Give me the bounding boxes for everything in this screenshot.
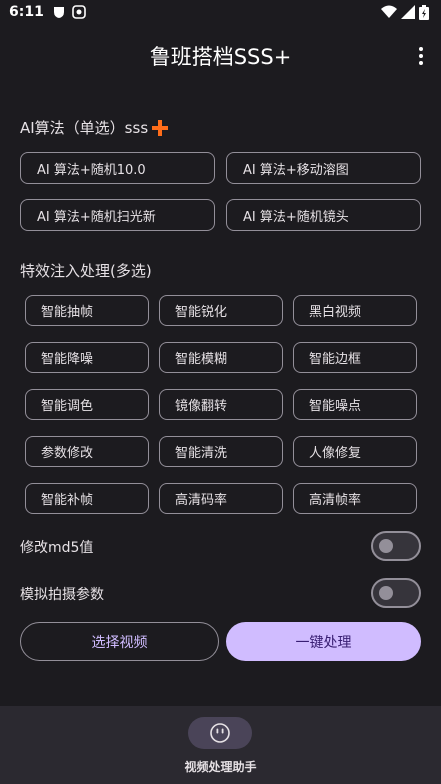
- shoot-params-toggle[interactable]: [371, 578, 421, 608]
- effect-chip[interactable]: 智能边框: [293, 342, 417, 373]
- effect-chip[interactable]: 智能模糊: [159, 342, 283, 373]
- md5-toggle-thumb: [379, 539, 393, 553]
- effect-chip[interactable]: 参数修改: [25, 436, 149, 467]
- shoot-params-toggle-thumb: [379, 586, 393, 600]
- select-video-button[interactable]: 选择视频: [20, 622, 219, 661]
- effect-chip[interactable]: 高清帧率: [293, 483, 417, 514]
- ai-algo-button-move-blend[interactable]: AI 算法+移动溶图: [226, 152, 421, 184]
- bottom-navigation: 视频处理助手: [0, 706, 441, 784]
- effect-chip[interactable]: 智能锐化: [159, 295, 283, 326]
- ai-algo-button-random10[interactable]: AI 算法+随机10.0: [20, 152, 215, 184]
- effect-chip[interactable]: 镜像翻转: [159, 389, 283, 420]
- one-click-process-button[interactable]: 一键处理: [226, 622, 421, 661]
- plus-icon: [152, 119, 169, 136]
- ai-algo-button-random-scan[interactable]: AI 算法+随机扫光新: [20, 199, 215, 231]
- effect-chip[interactable]: 人像修复: [293, 436, 417, 467]
- ai-algo-button-random-lens[interactable]: AI 算法+随机镜头: [226, 199, 421, 231]
- effect-chip[interactable]: 智能清洗: [159, 436, 283, 467]
- effect-chip[interactable]: 黑白视频: [293, 295, 417, 326]
- effect-chip[interactable]: 智能降噪: [25, 342, 149, 373]
- md5-label: 修改md5值: [20, 540, 94, 556]
- status-time: 6:11: [9, 4, 44, 20]
- signal-icon: [401, 5, 415, 19]
- effect-chip[interactable]: 智能补帧: [25, 483, 149, 514]
- nav-item-video-helper[interactable]: [188, 717, 252, 749]
- app-title: 鲁班搭档SSS+: [149, 45, 292, 69]
- effects-section-title: 特效注入处理(多选): [20, 260, 152, 281]
- effect-chip[interactable]: 智能抽帧: [25, 295, 149, 326]
- shoot-params-label: 模拟拍摄参数: [20, 587, 104, 603]
- effects-section-label: 特效注入处理(多选): [20, 262, 152, 280]
- status-bar: 6:11: [0, 0, 441, 24]
- more-options-icon[interactable]: [413, 44, 429, 68]
- effect-chip[interactable]: 智能噪点: [293, 389, 417, 420]
- app-notification-icon: [72, 5, 86, 19]
- status-right: [381, 4, 429, 20]
- effect-chip[interactable]: 智能调色: [25, 389, 149, 420]
- nav-item-label: 视频处理助手: [184, 760, 257, 774]
- wifi-icon: [381, 5, 397, 18]
- md5-toggle[interactable]: [371, 531, 421, 561]
- battery-icon: [419, 4, 429, 20]
- ai-section-title: AI算法（单选）sss: [20, 117, 169, 138]
- ai-section-label: AI算法（单选）sss: [20, 119, 149, 137]
- app-bar: 鲁班搭档SSS+: [0, 24, 441, 88]
- shield-icon: [53, 7, 64, 18]
- smiley-face-icon: [210, 723, 230, 743]
- effect-chip[interactable]: 高清码率: [159, 483, 283, 514]
